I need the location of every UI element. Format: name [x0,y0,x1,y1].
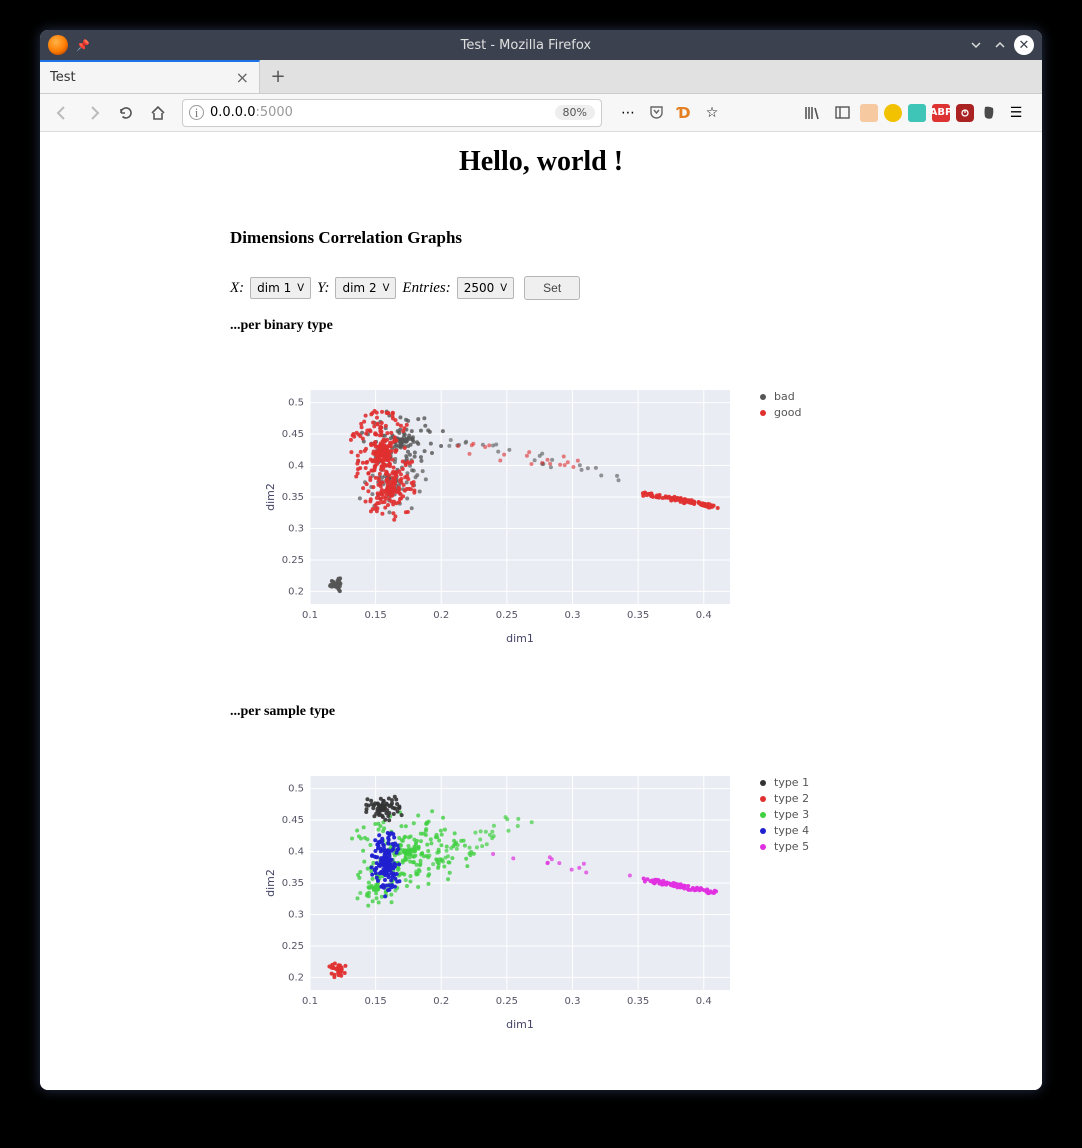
window-close-button[interactable]: ✕ [1014,35,1034,55]
set-button[interactable]: Set [524,276,580,300]
library-icon[interactable] [800,101,824,125]
new-tab-button[interactable]: + [260,60,296,93]
svg-text:0.25: 0.25 [496,610,518,621]
page-heading: Hello, world ! [40,146,1042,178]
svg-text:0.25: 0.25 [282,555,304,566]
svg-text:0.2: 0.2 [288,972,304,983]
svg-text:0.2: 0.2 [433,610,449,621]
chart-binary: 0.1 0.15 0.2 0.25 0.3 0.35 0.4 0.2 0.25 0.3 0.35 0.… [260,384,740,664]
svg-text:0.3: 0.3 [288,909,304,920]
window-title: Test - Mozilla Firefox [90,38,962,53]
x-select[interactable]: dim 1ᐯ [250,277,311,299]
minimize-button[interactable] [966,35,986,55]
svg-text:0.15: 0.15 [364,610,386,621]
maximize-button[interactable] [990,35,1010,55]
controls-row: X: dim 1ᐯ Y: dim 2ᐯ Entries: 2500ᐯ Set [230,276,922,300]
firefox-icon [48,35,68,55]
chart1-legend: badgood [760,384,801,664]
svg-text:0.35: 0.35 [282,878,304,889]
svg-text:0.35: 0.35 [627,610,649,621]
entries-label: Entries: [402,280,450,297]
svg-text:0.25: 0.25 [282,941,304,952]
sidebar-icon[interactable] [830,101,854,125]
svg-text:0.45: 0.45 [282,429,304,440]
svg-text:0.3: 0.3 [565,996,581,1007]
app-menu-icon[interactable]: ☰ [1004,101,1028,125]
svg-text:dim1: dim1 [506,1018,534,1031]
svg-text:0.5: 0.5 [288,398,304,409]
extension-d-icon[interactable]: Ɗ [672,101,696,125]
svg-text:0.1: 0.1 [302,610,318,621]
window-titlebar: 📌 Test - Mozilla Firefox ✕ [40,30,1042,60]
svg-text:0.35: 0.35 [282,492,304,503]
tab-label: Test [50,70,236,85]
back-button[interactable] [48,99,76,127]
x-label: X: [230,280,244,297]
ext-icon-1[interactable] [860,104,878,122]
bookmark-star-icon[interactable]: ☆ [700,101,724,125]
section-title: Dimensions Correlation Graphs [230,228,922,248]
chevron-down-icon: ᐯ [500,283,507,294]
svg-text:dim2: dim2 [264,869,277,897]
home-button[interactable] [144,99,172,127]
svg-text:0.5: 0.5 [288,784,304,795]
svg-text:0.35: 0.35 [627,996,649,1007]
svg-text:0.1: 0.1 [302,996,318,1007]
svg-text:0.15: 0.15 [364,996,386,1007]
browser-toolbar: i 0.0.0.0:5000 80% ⋯ Ɗ ☆ ABP ☰ [40,94,1042,132]
chart2-title: ...per sample type [230,704,922,720]
svg-text:dim1: dim1 [506,632,534,645]
address-bar[interactable]: i 0.0.0.0:5000 80% [182,99,602,127]
tab-strip: Test × + [40,60,1042,94]
svg-text:0.4: 0.4 [696,996,712,1007]
url-text: 0.0.0.0:5000 [210,105,555,120]
svg-text:0.4: 0.4 [288,847,304,858]
svg-text:0.25: 0.25 [496,996,518,1007]
svg-text:0.45: 0.45 [282,815,304,826]
site-info-icon[interactable]: i [189,105,204,120]
svg-text:0.2: 0.2 [288,586,304,597]
forward-button[interactable] [80,99,108,127]
ext-icon-abp[interactable]: ABP [932,104,950,122]
pocket-icon[interactable] [644,101,668,125]
svg-text:0.3: 0.3 [288,523,304,534]
y-select[interactable]: dim 2ᐯ [335,277,396,299]
chevron-down-icon: ᐯ [383,283,390,294]
ext-icon-3[interactable] [908,104,926,122]
svg-text:0.2: 0.2 [433,996,449,1007]
chevron-down-icon: ᐯ [297,283,304,294]
tab-close-icon[interactable]: × [236,68,249,87]
chart1-title: ...per binary type [230,318,922,334]
chart2-legend: type 1type 2type 3type 4type 5 [760,770,809,1050]
pin-icon: 📌 [76,39,90,52]
ext-icon-ublock[interactable] [956,104,974,122]
reload-button[interactable] [112,99,140,127]
ext-icon-evernote[interactable] [980,104,998,122]
svg-text:0.4: 0.4 [288,461,304,472]
entries-select[interactable]: 2500ᐯ [457,277,514,299]
zoom-level[interactable]: 80% [555,105,595,120]
chart-sample: 0.1 0.15 0.2 0.25 0.3 0.35 0.4 0.2 0.25 0.3 0.35 0.… [260,770,740,1050]
tab-active[interactable]: Test × [40,60,260,93]
page-actions-icon[interactable]: ⋯ [616,101,640,125]
svg-text:0.4: 0.4 [696,610,712,621]
y-label: Y: [317,280,329,297]
svg-text:dim2: dim2 [264,483,277,511]
svg-text:0.3: 0.3 [565,610,581,621]
ext-icon-2[interactable] [884,104,902,122]
